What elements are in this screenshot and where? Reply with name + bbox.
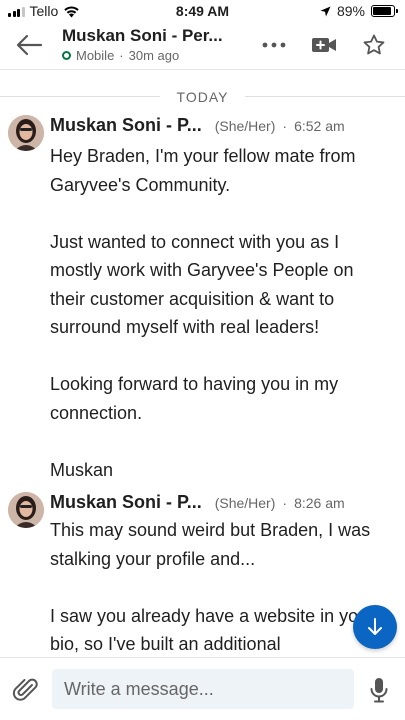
- back-button[interactable]: [14, 30, 44, 60]
- message-paragraph: Hey Braden, I'm your fellow mate from Ga…: [50, 146, 356, 195]
- last-seen: 30m ago: [128, 48, 180, 63]
- back-arrow-icon: [16, 34, 43, 56]
- contact-name: Muskan Soni - Per...: [62, 26, 223, 45]
- avatar-photo: [8, 115, 44, 151]
- presence-dot-icon: [62, 51, 71, 60]
- message-time: 8:26 am: [294, 495, 345, 511]
- message-paragraph: Muskan: [50, 459, 114, 480]
- microphone-icon: [370, 678, 388, 703]
- message-paragraph: I saw you already have a website in your…: [50, 605, 375, 655]
- arrow-down-icon: [368, 618, 382, 635]
- message-header: Muskan Soni - P... (She/Her) · 8:26 am: [50, 492, 345, 513]
- header-separator: ·: [282, 118, 288, 134]
- message-paragraph: Just wanted to connect with you as I mos…: [50, 231, 354, 338]
- message-header: Muskan Soni - P... (She/Her) · 6:52 am: [50, 115, 345, 136]
- message-body: Hey Braden, I'm your fellow mate from Ga…: [50, 142, 390, 484]
- message-input[interactable]: [52, 669, 354, 709]
- attach-button[interactable]: [12, 676, 40, 704]
- sender-avatar[interactable]: [8, 115, 44, 151]
- scroll-to-bottom-button[interactable]: [353, 605, 397, 649]
- status-bar: Tello 8:49 AM 89%: [0, 0, 405, 22]
- sender-avatar[interactable]: [8, 492, 44, 528]
- message-time: 6:52 am: [294, 118, 345, 134]
- presence-separator: ·: [119, 48, 124, 63]
- conversation-header: Muskan Soni - Per... Mobile · 30m ago: [0, 22, 405, 70]
- header-separator: ·: [282, 495, 288, 511]
- conversation-title[interactable]: Muskan Soni - Per... Mobile · 30m ago: [62, 26, 252, 63]
- message-body: This may sound weird but Braden, I was s…: [50, 516, 390, 656]
- video-call-button[interactable]: [311, 32, 337, 58]
- voice-message-button[interactable]: [366, 676, 392, 704]
- message-paragraph: This may sound weird but Braden, I was s…: [50, 520, 371, 569]
- message-item: Muskan Soni - P... (She/Her) · 8:26 am T…: [8, 492, 398, 656]
- presence-status: Mobile · 30m ago: [62, 48, 252, 63]
- presence-label: Mobile: [76, 48, 115, 63]
- sender-pronouns: (She/Her): [214, 495, 276, 511]
- star-button[interactable]: [361, 32, 387, 58]
- header-actions: [261, 32, 387, 58]
- message-thread[interactable]: TODAY Muskan Soni - P... (She/Her) · 6:5…: [0, 71, 405, 656]
- sender-name[interactable]: Muskan Soni - P...: [50, 115, 202, 136]
- more-options-button[interactable]: [261, 32, 287, 58]
- message-composer: [0, 657, 405, 720]
- day-label: TODAY: [176, 89, 229, 105]
- sender-pronouns: (She/Her): [214, 118, 276, 134]
- avatar-photo: [8, 492, 44, 528]
- battery-percent: 89%: [336, 3, 365, 19]
- paperclip-icon: [12, 678, 38, 701]
- video-camera-plus-icon: [312, 38, 336, 52]
- message-item: Muskan Soni - P... (She/Her) · 6:52 am H…: [8, 115, 398, 495]
- star-icon: [363, 34, 385, 55]
- sender-name[interactable]: Muskan Soni - P...: [50, 492, 202, 513]
- day-divider: TODAY: [0, 87, 405, 107]
- battery-icon: [371, 5, 398, 17]
- message-paragraph: Looking forward to having you in my conn…: [50, 374, 339, 423]
- location-arrow-icon: [320, 6, 331, 16]
- more-horizontal-icon: [262, 42, 286, 48]
